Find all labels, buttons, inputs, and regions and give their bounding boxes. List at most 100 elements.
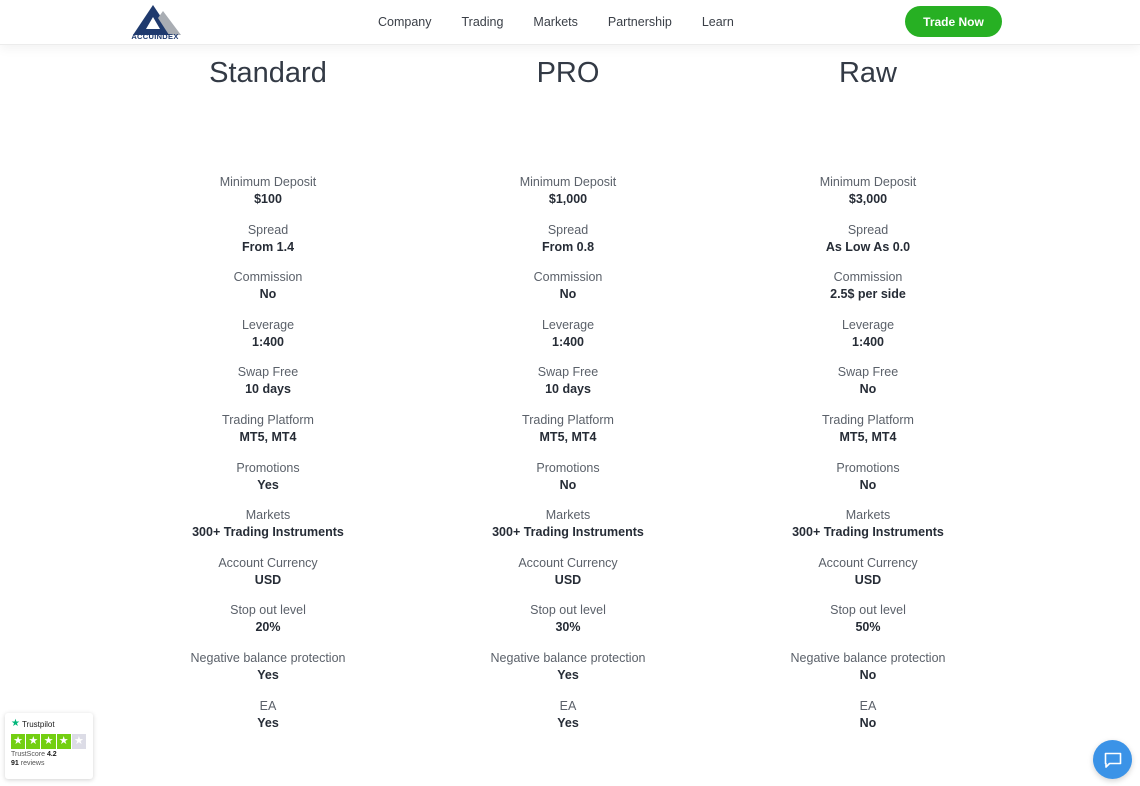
trustpilot-widget[interactable]: ★ Trustpilot ★ ★ ★ ★ ★ TrustScore 4.2 91 rev… [5,713,93,779]
spec-row: Leverage 1:400 [418,317,718,365]
spec-row: Swap Free 10 days [418,364,718,412]
spec-value: Yes [257,477,279,492]
plan-raw: Raw Minimum Deposit $3,000 Spread As Low As… [718,55,1018,745]
trustpilot-stars: ★ ★ ★ ★ ★ [11,734,87,749]
plan-title: Raw [838,57,897,89]
spec-row: Commission No [118,269,418,317]
plan-rows: Minimum Deposit $1,000 Spread From 0.8 Commi… [418,174,718,745]
spec-value: MT5, MT4 [539,429,597,444]
spec-value: 300+ Trading Instruments [492,525,644,540]
star-icon: ★ [71,734,87,749]
accuindex-logo[interactable]: ACCUINDEX [127,1,183,43]
spec-label: Stop out level [530,603,606,618]
spec-value: No [859,477,877,492]
chat-bubble-icon [1104,752,1121,768]
spec-label: Account Currency [218,555,318,570]
spec-label: Negative balance protection [790,650,946,665]
spec-row: Negative balance protection Yes [118,650,418,698]
spec-value: MT5, MT4 [239,429,297,444]
spec-value: 30% [555,620,581,635]
spec-row: Promotions Yes [118,460,418,508]
spec-label: Spread [847,222,889,237]
spec-label: Commission [233,270,303,285]
spec-row: Trading Platform MT5, MT4 [118,412,418,460]
spec-value: USD [854,572,882,587]
site-header: ACCUINDEX Company Trading Markets Partne… [0,0,1140,45]
trustpilot-brand: Trustpilot [21,719,55,729]
star-icon: ★ [11,734,26,749]
spec-value: 50% [855,620,881,635]
logo-text: ACCUINDEX [131,32,179,41]
spec-row: Trading Platform MT5, MT4 [418,412,718,460]
spec-value: Yes [257,715,279,730]
spec-row: Stop out level 30% [418,602,718,650]
trade-now-button[interactable]: Trade Now [905,6,1002,37]
spec-label: Stop out level [830,603,906,618]
trustscore-value: 4.2 [46,751,57,758]
spec-row: Spread From 0.8 [418,222,718,270]
spec-value: $1,000 [548,192,588,206]
spec-row: Minimum Deposit $100 [118,174,418,222]
spec-row: Minimum Deposit $1,000 [418,174,718,222]
spec-label: Commission [833,270,903,285]
spec-label: Leverage [541,317,595,332]
spec-value: USD [254,572,282,587]
spec-row: EA Yes [118,698,418,746]
account-comparison: Standard Minimum Deposit $100 Spread From 1… [118,55,1018,745]
spec-value: 300+ Trading Instruments [192,525,344,540]
nav-trading[interactable]: Trading [462,15,504,29]
spec-row: Leverage 1:400 [718,317,1018,365]
spec-row: Swap Free No [718,364,1018,412]
spec-value: 300+ Trading Instruments [792,525,944,540]
spec-label: Markets [245,508,291,523]
nav-company[interactable]: Company [378,15,432,29]
spec-value: Yes [557,715,579,730]
nav-markets[interactable]: Markets [533,15,577,29]
logo-mark-icon [133,5,181,35]
review-count-label: reviews [20,760,45,767]
spec-row: Stop out level 20% [118,602,418,650]
spec-value: 1:400 [852,334,884,349]
plan-title: Standard [209,57,327,89]
spec-row: Minimum Deposit $3,000 [718,174,1018,222]
spec-row: Spread From 1.4 [118,222,418,270]
spec-label: EA [859,698,877,713]
spec-label: Swap Free [237,365,299,380]
spec-label: Promotions [836,460,900,475]
chat-button[interactable] [1093,740,1132,779]
spec-label: Spread [247,222,289,237]
spec-row: Trading Platform MT5, MT4 [718,412,1018,460]
spec-label: Account Currency [818,555,918,570]
spec-value: USD [554,572,582,587]
plan-rows: Minimum Deposit $100 Spread From 1.4 Commiss… [118,174,418,745]
spec-value: 10 days [245,382,291,397]
spec-label: Promotions [236,460,300,475]
spec-label: Trading Platform [522,412,614,427]
spec-value: As Low As 0.0 [825,239,911,254]
spec-row: Commission 2.5$ per side [718,269,1018,317]
spec-label: Stop out level [230,603,306,618]
spec-label: Promotions [536,460,600,475]
spec-value: No [859,667,877,682]
nav-learn[interactable]: Learn [702,15,734,29]
spec-row: EA No [718,698,1018,746]
spec-label: Swap Free [537,365,599,380]
plan-title: PRO [536,57,600,89]
spec-value: 20% [255,620,281,635]
plan-rows: Minimum Deposit $3,000 Spread As Low As 0.0… [718,174,1018,745]
spec-row: Negative balance protection Yes [418,650,718,698]
spec-value: 10 days [545,382,591,397]
nav-partnership[interactable]: Partnership [608,15,672,29]
star-icon: ★ [56,734,71,749]
spec-value: 2.5$ per side [830,287,906,302]
spec-value: No [859,382,877,397]
spec-row: EA Yes [418,698,718,746]
spec-row: Account Currency USD [718,555,1018,603]
spec-label: Trading Platform [222,412,314,427]
spec-row: Stop out level 50% [718,602,1018,650]
spec-row: Leverage 1:400 [118,317,418,365]
spec-row: Account Currency USD [418,555,718,603]
plan-pro: PRO Minimum Deposit $1,000 Spread From 0.8 C… [418,55,718,745]
spec-value: 1:400 [252,334,284,349]
spec-label: EA [559,698,577,713]
